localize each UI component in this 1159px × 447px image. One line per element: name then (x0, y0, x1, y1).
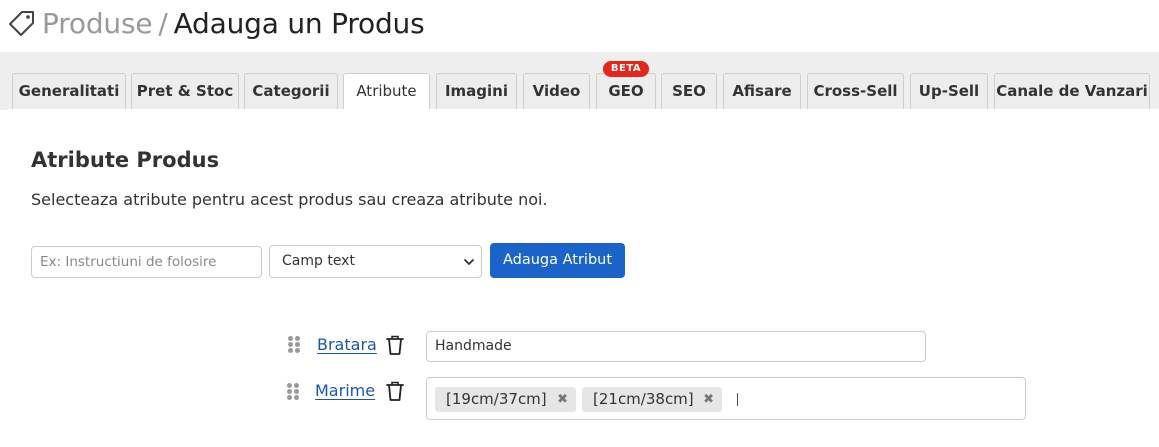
chevron-down-icon (464, 259, 474, 265)
beta-badge: BETA (603, 61, 649, 77)
tab-pret-stoc[interactable]: Pret & Stoc (131, 73, 239, 109)
tag-icon (9, 11, 34, 36)
drag-handle-icon[interactable] (288, 336, 300, 354)
attribute-value-input[interactable]: Handmade (426, 331, 926, 362)
breadcrumb-separator: / (158, 7, 168, 40)
tab-cross-sell[interactable]: Cross-Sell (807, 73, 904, 109)
drag-handle-icon[interactable] (287, 383, 299, 401)
attribute-name-input[interactable] (31, 246, 262, 278)
tab-seo[interactable]: SEO (661, 73, 717, 109)
tab-atribute[interactable]: Atribute (343, 73, 430, 111)
tag-chip-label: [19cm/37cm] (446, 390, 547, 408)
attribute-tags-input[interactable]: [19cm/37cm] ✖ [21cm/38cm] ✖ (426, 377, 1026, 420)
section-description: Selecteaza atribute pentru acest produs … (31, 190, 548, 209)
section-title: Atribute Produs (31, 148, 220, 172)
tab-afisare[interactable]: Afisare (723, 73, 801, 109)
page-title: Produse / Adauga un Produs (42, 6, 425, 42)
page-header: Produse / Adauga un Produs (0, 0, 1159, 52)
attribute-link-bratara[interactable]: Bratara (317, 335, 377, 354)
breadcrumb-section[interactable]: Produse (42, 7, 153, 40)
breadcrumb-page: Adauga un Produs (173, 7, 425, 40)
add-attribute-button[interactable]: Adauga Atribut (490, 243, 625, 278)
tag-chip: [19cm/37cm] ✖ (435, 387, 576, 412)
tab-geo[interactable]: GEO (596, 73, 656, 109)
tag-chip: [21cm/38cm] ✖ (582, 387, 722, 412)
tab-imagini[interactable]: Imagini (436, 73, 517, 109)
tab-canale-de-vanzari[interactable]: Canale de Vanzari (994, 73, 1150, 109)
remove-tag-icon[interactable]: ✖ (557, 387, 568, 412)
trash-icon[interactable] (385, 380, 405, 402)
remove-tag-icon[interactable]: ✖ (703, 387, 714, 412)
tag-chip-label: [21cm/38cm] (593, 390, 694, 408)
text-caret (737, 393, 738, 406)
tab-up-sell[interactable]: Up-Sell (910, 73, 988, 109)
trash-icon[interactable] (385, 334, 405, 356)
attribute-link-marime[interactable]: Marime (315, 381, 375, 400)
tab-generalitati[interactable]: Generalitati (12, 73, 126, 109)
tab-categorii[interactable]: Categorii (244, 73, 338, 109)
attribute-type-select[interactable]: Camp text (269, 245, 482, 278)
attribute-type-selected: Camp text (282, 253, 355, 269)
tab-video[interactable]: Video (523, 73, 590, 109)
